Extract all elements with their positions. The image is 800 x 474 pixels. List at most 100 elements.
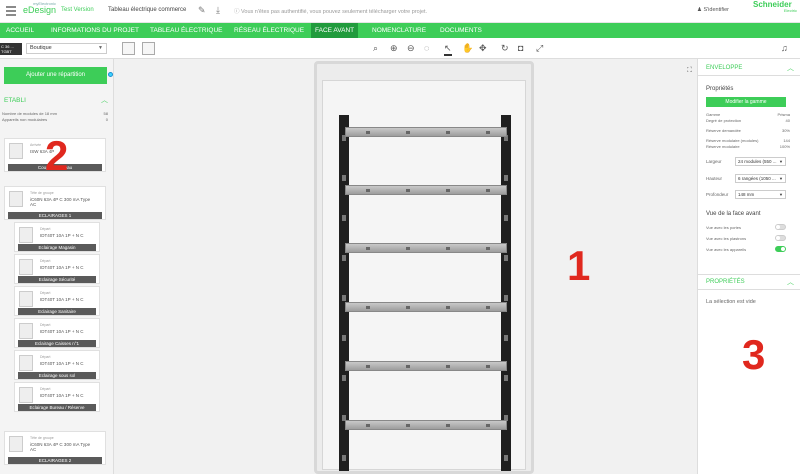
din-rail[interactable] — [345, 420, 507, 430]
device-card[interactable]: Départ IDT40T 10A 1P + N C Eclairage sou… — [14, 350, 100, 380]
right-panel: ENVELOPPE ︿ Propriétés Modifier la gamme… — [697, 59, 800, 474]
height-label: Hauteur — [706, 176, 723, 181]
screenshot-icon[interactable]: ◘ — [518, 42, 523, 54]
collapse-chevron-icon[interactable]: ︿ — [101, 95, 108, 105]
toggle-plastrons[interactable] — [775, 235, 786, 241]
move-icon[interactable]: ✥ — [479, 42, 487, 54]
depth-select[interactable]: 148 mm ▼ — [735, 190, 786, 199]
prop-value: 30% — [781, 128, 790, 133]
tab-reseau-electrique[interactable]: Réseau électrique — [230, 23, 308, 38]
din-rail[interactable] — [345, 185, 507, 195]
zoom-search-icon[interactable]: ⌕ — [373, 42, 378, 54]
view-3d-button[interactable] — [142, 42, 155, 55]
schneider-logo: Schneider Electric — [753, 1, 797, 13]
front-view-title: Vue de la face avant — [706, 211, 761, 217]
device-category: Tête de groupe — [30, 191, 54, 195]
device-thumbnail — [19, 323, 33, 339]
tab-face-avant[interactable]: Face avant — [311, 23, 359, 38]
signin-label: S'identifier — [703, 7, 729, 13]
device-card[interactable]: Départ IDT40T 10A 1P + N C Eclairage Mag… — [14, 222, 100, 252]
left-panel: Ajouter une répartition ETABLI ︿ Nombre … — [0, 59, 114, 474]
hamburger-menu-icon[interactable] — [6, 6, 16, 16]
info-icon[interactable] — [108, 72, 113, 77]
download-icon[interactable]: ⤓ — [216, 5, 220, 16]
panel-badge[interactable]: C 36 ... TGBT — [0, 43, 22, 55]
zoom-out-icon[interactable]: ⊖ — [407, 42, 415, 54]
add-distribution-button[interactable]: Ajouter une répartition — [4, 67, 107, 84]
device-category: Départ — [40, 355, 51, 359]
device-thumbnail — [19, 355, 33, 371]
din-rail[interactable] — [345, 361, 507, 371]
device-category: Arrivée — [30, 143, 42, 147]
annotation-number-1: 1 — [567, 242, 591, 289]
toggle-doors[interactable] — [775, 224, 786, 230]
modify-range-button[interactable]: Modifier la gamme — [706, 97, 786, 107]
device-card[interactable]: Départ IDT40T 10A 1P + N C Eclairage San… — [14, 286, 100, 316]
envelope-title: ENVELOPPE — [706, 65, 743, 71]
width-select[interactable]: 24 modules (550 ... ▼ — [735, 157, 786, 166]
zoom-fit-icon[interactable]: ◌ — [424, 42, 429, 54]
upright-right — [501, 115, 511, 471]
device-category: Départ — [40, 227, 51, 231]
divider — [698, 289, 800, 290]
device-card[interactable]: Départ IDT40T 10A 1P + N C Eclairage Séc… — [14, 254, 100, 284]
tab-documents[interactable]: Documents — [436, 23, 486, 38]
canvas-area[interactable]: ⛶ 1 — [114, 59, 697, 474]
device-card[interactable]: Départ IDT40T 10A 1P + N C Eclairage Bur… — [14, 382, 100, 412]
enclosure-inner — [322, 80, 526, 471]
prop-label: Réserve demandée — [706, 128, 741, 133]
pan-hand-icon[interactable]: ✋ — [462, 42, 473, 54]
device-label: Eclairage Bureau / Réserve — [18, 404, 96, 411]
tab-nomenclature[interactable]: Nomenclature — [368, 23, 430, 38]
prop-row: Gamme Prisma — [706, 112, 790, 117]
toggle-devices[interactable] — [775, 246, 786, 252]
width-select-value: 24 modules (550 ... — [738, 159, 777, 164]
height-select[interactable]: 6 rangées (1050 ... ▼ — [735, 174, 786, 183]
collapse-chevron-icon[interactable]: ︿ — [787, 63, 794, 73]
din-rail[interactable] — [345, 243, 507, 253]
device-thumbnail — [9, 191, 23, 207]
tab-tableau-electrique[interactable]: Tableau électrique — [146, 23, 226, 38]
device-label: ECLAIRAGES 2 — [8, 457, 102, 464]
device-thumbnail — [9, 143, 23, 159]
refresh-icon[interactable]: ↻ — [501, 42, 509, 54]
device-description: IDT40T 10A 1P + N C — [40, 233, 84, 238]
select-pointer-icon[interactable]: ↖ — [444, 42, 452, 56]
device-category: Départ — [40, 387, 51, 391]
stat-label: Appareils non modulaires — [2, 117, 48, 122]
tab-accueil[interactable]: Accueil — [2, 23, 38, 38]
din-rail[interactable] — [345, 127, 507, 137]
bell-icon[interactable]: ♫ — [781, 43, 788, 53]
toggle-doors-label: Vue avec les portes — [706, 225, 741, 230]
device-category: Départ — [40, 291, 51, 295]
top-bar: myElectronic eDesign Test Version Tablea… — [0, 0, 800, 23]
device-card[interactable]: Départ IDT40T 10A 1P + N C Eclairage Cai… — [14, 318, 100, 348]
tab-informations-projet[interactable]: Informations du projet — [47, 23, 143, 38]
stat-modules: Nombre de modules de 18 mm 58 — [2, 111, 110, 116]
enclosure[interactable] — [314, 61, 534, 474]
group-card[interactable]: Tête de groupe iC60N 63A 4P C 300 mA Typ… — [4, 431, 106, 465]
signin-link[interactable]: ♟ S'identifier — [697, 7, 729, 13]
device-description: IDT40T 10A 1P + N C — [40, 329, 84, 334]
type-select[interactable]: Boutique ▼ — [26, 43, 107, 54]
fullscreen-icon[interactable]: ⤢ — [536, 42, 543, 54]
zoom-in-icon[interactable]: ⊕ — [390, 42, 398, 54]
logo-main-text: eDesign — [22, 5, 56, 15]
stat-value: 0 — [105, 117, 108, 122]
device-description: iC60N 63A 4P C 300 mA Type AC — [30, 442, 91, 452]
fit-view-icon[interactable]: ⛶ — [687, 67, 692, 75]
device-description: iC60N 63A 4P C 300 mA Type AC — [30, 197, 91, 207]
properties-subtitle: Propriétés — [706, 86, 734, 92]
prop-value: Prisma — [777, 112, 790, 117]
device-description: IDT40T 10A 1P + N C — [40, 361, 84, 366]
collapse-chevron-icon[interactable]: ︿ — [787, 277, 794, 287]
group-card[interactable]: Tête de groupe iC60N 63A 4P C 300 mA Typ… — [4, 186, 106, 220]
din-rail[interactable] — [345, 302, 507, 312]
version-label: Test Version — [61, 7, 94, 13]
view-2d-button[interactable] — [122, 42, 135, 55]
chevron-down-icon: ▼ — [779, 176, 783, 181]
depth-select-value: 148 mm — [738, 192, 755, 197]
device-label: Eclairage Magasin — [18, 244, 96, 251]
prop-row: Réserve modulaire (modules) 144 — [706, 138, 790, 143]
edit-pencil-icon[interactable]: ✎ — [198, 5, 206, 16]
